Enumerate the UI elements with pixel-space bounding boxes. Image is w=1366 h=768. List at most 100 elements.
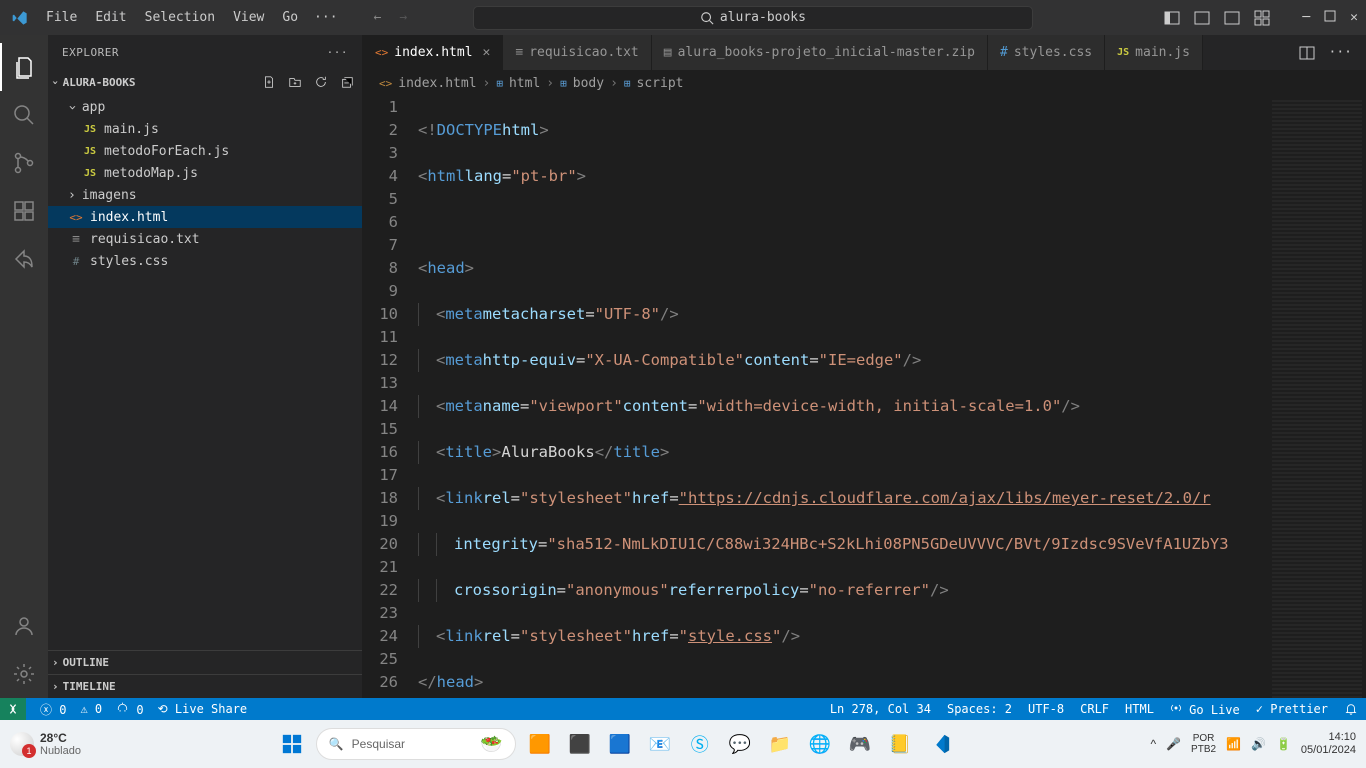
tab-index-html[interactable]: <>index.html✕ — [363, 35, 503, 70]
status-errors[interactable]: ⓧ 0 — [40, 701, 66, 718]
layout-left-icon[interactable] — [1164, 10, 1180, 26]
new-file-icon[interactable] — [262, 75, 276, 89]
taskbar-discord-icon[interactable]: 🎮 — [844, 728, 876, 760]
window-maximize[interactable] — [1324, 10, 1336, 25]
status-language[interactable]: HTML — [1125, 702, 1154, 716]
tab-requisicao[interactable]: ≡requisicao.txt — [503, 35, 651, 70]
menu-selection[interactable]: Selection — [137, 6, 223, 29]
editor-tabs: <>index.html✕ ≡requisicao.txt ▤alura_boo… — [363, 35, 1366, 70]
taskbar-app-icon[interactable]: ⬛ — [564, 728, 596, 760]
status-ports[interactable]: 0 — [116, 701, 143, 717]
nav-forward-icon[interactable]: → — [399, 10, 407, 25]
explorer-more-icon[interactable]: ··· — [327, 46, 348, 59]
layout-right-icon[interactable] — [1224, 10, 1240, 26]
layout-custom-icon[interactable] — [1254, 10, 1270, 26]
tray-volume-icon[interactable]: 🔊 — [1251, 737, 1266, 751]
command-center[interactable]: alura-books — [473, 6, 1033, 30]
menu-view[interactable]: View — [225, 6, 272, 29]
file-metodomap[interactable]: JSmetodoMap.js — [48, 162, 362, 184]
txt-file-icon: ≡ — [515, 45, 523, 60]
taskbar-search[interactable]: 🔍 Pesquisar 🥗 — [316, 728, 516, 760]
start-button[interactable] — [276, 728, 308, 760]
extensions-icon[interactable] — [0, 187, 48, 235]
search-activity-icon[interactable] — [0, 91, 48, 139]
taskbar-explorer-icon[interactable]: 📁 — [764, 728, 796, 760]
language-indicator[interactable]: POR PTB2 — [1191, 733, 1216, 755]
workspace-header[interactable]: ALURA-BOOKS — [48, 70, 362, 94]
taskbar-chrome-icon[interactable]: 🌐 — [804, 728, 836, 760]
search-icon: 🔍 — [329, 737, 344, 751]
source-control-icon[interactable] — [0, 139, 48, 187]
collapse-all-icon[interactable] — [340, 75, 354, 89]
liveshare-activity-icon[interactable] — [0, 235, 48, 283]
taskbar-notes-icon[interactable]: 📒 — [884, 728, 916, 760]
folder-app[interactable]: app — [48, 96, 362, 118]
system-clock[interactable]: 14:10 05/01/2024 — [1301, 731, 1356, 757]
windows-taskbar: 28°C Nublado 🔍 Pesquisar 🥗 🟧 ⬛ 🟦 📧 Ⓢ 💬 📁… — [0, 720, 1366, 768]
search-decor-icon: 🥗 — [480, 734, 502, 755]
weather-widget[interactable]: 28°C Nublado — [10, 731, 81, 757]
tab-zip[interactable]: ▤alura_books-projeto_inicial-master.zip — [652, 35, 988, 70]
file-metodoforeach[interactable]: JSmetodoForEach.js — [48, 140, 362, 162]
status-encoding[interactable]: UTF-8 — [1028, 702, 1064, 716]
txt-file-icon: ≡ — [68, 232, 84, 247]
code-editor[interactable]: 123 456 789 101112 131415 161718 192021 … — [363, 96, 1366, 698]
file-styles-css[interactable]: #styles.css — [48, 250, 362, 272]
zip-file-icon: ▤ — [664, 45, 672, 60]
outline-section[interactable]: OUTLINE — [48, 650, 362, 674]
tab-main-js[interactable]: JSmain.js — [1105, 35, 1203, 70]
taskbar-vscode-icon[interactable] — [924, 728, 956, 760]
taskbar-app-icon[interactable]: 🟦 — [604, 728, 636, 760]
refresh-icon[interactable] — [314, 75, 328, 89]
remote-indicator[interactable] — [0, 698, 26, 720]
status-warnings[interactable]: ⚠ 0 — [80, 702, 102, 716]
folder-imagens[interactable]: imagens — [48, 184, 362, 206]
close-icon[interactable]: ✕ — [483, 45, 491, 60]
window-minimize[interactable]: ─ — [1302, 10, 1310, 25]
taskbar-outlook-icon[interactable]: 📧 — [644, 728, 676, 760]
tray-chevron-icon[interactable]: ^ — [1150, 737, 1156, 751]
status-eol[interactable]: CRLF — [1080, 702, 1109, 716]
code-content[interactable]: <!DOCTYPE html> <html lang="pt-br"> <hea… — [418, 96, 1266, 698]
file-requisicao[interactable]: ≡requisicao.txt — [48, 228, 362, 250]
taskbar-app-icon[interactable]: 🟧 — [524, 728, 556, 760]
menu-more[interactable]: ··· — [308, 6, 343, 29]
status-spaces[interactable]: Spaces: 2 — [947, 702, 1012, 716]
menu-file[interactable]: File — [38, 6, 85, 29]
taskbar-whatsapp-icon[interactable]: 💬 — [724, 728, 756, 760]
sidebar: EXPLORER ··· ALURA-BOOKS app JSmain.js — [48, 35, 363, 698]
css-file-icon: # — [68, 255, 84, 268]
chevron-right-icon — [52, 656, 59, 669]
chevron-down-icon — [68, 100, 76, 115]
element-icon: ⊞ — [624, 77, 631, 90]
nav-back-icon[interactable]: ← — [374, 10, 382, 25]
line-gutter: 123 456 789 101112 131415 161718 192021 … — [363, 96, 418, 698]
breadcrumb[interactable]: <> index.html › ⊞ html › ⊞ body › ⊞ scri… — [363, 70, 1366, 96]
layout-bottom-icon[interactable] — [1194, 10, 1210, 26]
tray-mic-icon[interactable]: 🎤 — [1166, 737, 1181, 751]
menu-go[interactable]: Go — [274, 6, 306, 29]
minimap[interactable] — [1266, 96, 1366, 698]
status-cursor[interactable]: Ln 278, Col 34 — [830, 702, 931, 716]
file-main-js[interactable]: JSmain.js — [48, 118, 362, 140]
menu-edit[interactable]: Edit — [87, 6, 134, 29]
status-prettier[interactable]: ✓ Prettier — [1256, 702, 1328, 716]
tray-battery-icon[interactable]: 🔋 — [1276, 737, 1291, 751]
file-index-html[interactable]: <>index.html — [48, 206, 362, 228]
search-icon — [700, 11, 714, 25]
status-liveshare[interactable]: ⟲ Live Share — [158, 702, 248, 716]
tab-more-icon[interactable]: ··· — [1329, 45, 1352, 60]
account-icon[interactable] — [0, 602, 48, 650]
explorer-icon[interactable] — [0, 43, 48, 91]
window-close[interactable]: ✕ — [1350, 10, 1358, 25]
timeline-section[interactable]: TIMELINE — [48, 674, 362, 698]
status-bell-icon[interactable] — [1344, 702, 1358, 716]
status-golive[interactable]: Go Live — [1170, 702, 1240, 717]
settings-gear-icon[interactable] — [0, 650, 48, 698]
new-folder-icon[interactable] — [288, 75, 302, 89]
status-bar: ⓧ 0 ⚠ 0 0 ⟲ Live Share Ln 278, Col 34 Sp… — [0, 698, 1366, 720]
tray-wifi-icon[interactable]: 📶 — [1226, 737, 1241, 751]
split-editor-icon[interactable] — [1299, 45, 1315, 61]
tab-styles-css[interactable]: #styles.css — [988, 35, 1105, 70]
taskbar-skype-icon[interactable]: Ⓢ — [684, 728, 716, 760]
